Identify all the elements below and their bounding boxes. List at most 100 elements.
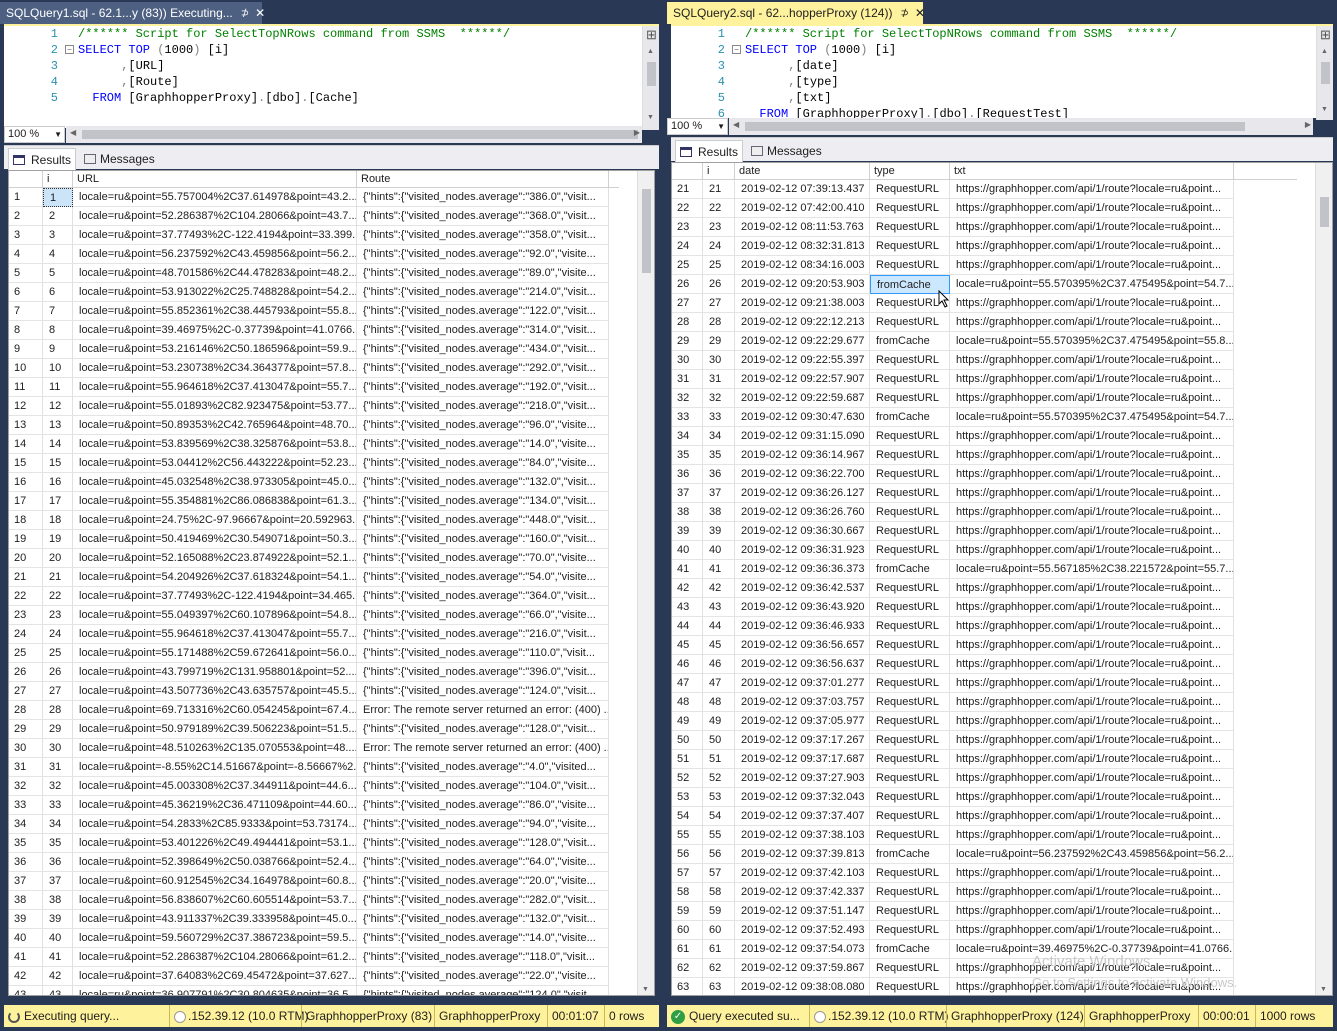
left-results-grid[interactable]: i URL Route 1 1 locale=ru&point=55.757004%… — [8, 170, 655, 996]
table-row[interactable]: 40 40 2019-02-12 09:36:31.923 RequestURL htt… — [672, 541, 1234, 560]
row-number[interactable]: 12 — [9, 397, 43, 416]
table-cell[interactable]: {"hints":{"visited_nodes.average":"132.0… — [357, 473, 609, 492]
row-number[interactable]: 61 — [672, 940, 703, 959]
row-number[interactable]: 5 — [9, 264, 43, 283]
row-number[interactable]: 55 — [672, 826, 703, 845]
table-cell[interactable]: RequestURL — [870, 256, 950, 275]
table-row[interactable]: 15 15 locale=ru&point=53.04412%2C56.443222… — [9, 454, 609, 473]
table-cell[interactable]: {"hints":{"visited_nodes.average":"14.0"… — [357, 929, 609, 948]
table-cell[interactable]: 5 — [43, 264, 73, 283]
table-cell[interactable]: RequestURL — [870, 522, 950, 541]
row-number[interactable]: 24 — [9, 625, 43, 644]
table-cell[interactable]: locale=ru&point=52.165088%2C23.874922&po… — [73, 549, 357, 568]
table-cell[interactable]: https://graphhopper.com/api/1/route?loca… — [950, 902, 1234, 921]
grid-vertical-scrollbar[interactable]: ▼ — [637, 171, 654, 995]
table-cell[interactable]: 49 — [703, 712, 735, 731]
table-cell[interactable]: https://graphhopper.com/api/1/route?loca… — [950, 294, 1234, 313]
table-cell[interactable]: 2019-02-12 09:22:55.397 — [735, 351, 870, 370]
table-cell[interactable]: 2019-02-12 09:37:27.903 — [735, 769, 870, 788]
row-number[interactable]: 30 — [672, 351, 703, 370]
editor-scroll-thumb[interactable] — [647, 62, 656, 86]
table-cell[interactable]: https://graphhopper.com/api/1/route?loca… — [950, 655, 1234, 674]
table-cell[interactable]: locale=ru&point=56.838607%2C60.605514&po… — [73, 891, 357, 910]
table-row[interactable]: 55 55 2019-02-12 09:37:38.103 RequestURL htt… — [672, 826, 1234, 845]
table-cell[interactable]: 33 — [703, 408, 735, 427]
row-number[interactable]: 31 — [672, 370, 703, 389]
table-cell[interactable]: fromCache — [870, 940, 950, 959]
table-cell[interactable]: 23 — [703, 218, 735, 237]
table-cell[interactable]: 2019-02-12 09:36:31.923 — [735, 541, 870, 560]
table-cell[interactable]: 44 — [703, 617, 735, 636]
table-row[interactable]: 26 26 2019-02-12 09:20:53.903 fromCache loca… — [672, 275, 1234, 294]
table-cell[interactable]: 2019-02-12 09:36:43.920 — [735, 598, 870, 617]
row-number[interactable]: 41 — [672, 560, 703, 579]
table-row[interactable]: 23 23 locale=ru&point=55.049397%2C60.10789… — [9, 606, 609, 625]
table-cell[interactable]: 2019-02-12 09:22:59.687 — [735, 389, 870, 408]
table-row[interactable]: 18 18 locale=ru&point=24.75%2C-97.96667&po… — [9, 511, 609, 530]
table-row[interactable]: 54 54 2019-02-12 09:37:37.407 RequestURL htt… — [672, 807, 1234, 826]
table-cell[interactable]: fromCache — [870, 332, 950, 351]
table-cell[interactable]: 43 — [43, 986, 73, 995]
table-row[interactable]: 44 44 2019-02-12 09:36:46.933 RequestURL htt… — [672, 617, 1234, 636]
table-cell[interactable]: 34 — [43, 815, 73, 834]
table-cell[interactable]: locale=ru&point=56.237592%2C43.459856&po… — [950, 845, 1234, 864]
table-cell[interactable]: RequestURL — [870, 427, 950, 446]
table-cell[interactable]: RequestURL — [870, 674, 950, 693]
table-cell[interactable]: 25 — [43, 644, 73, 663]
left-sql-editor[interactable]: 1 /****** Script for SelectTopNRows comma… — [4, 24, 659, 130]
scroll-left-arrow-icon[interactable]: ◀ — [70, 128, 76, 137]
table-cell[interactable]: locale=ru&point=55.049397%2C60.107896&po… — [73, 606, 357, 625]
table-cell[interactable]: 55 — [703, 826, 735, 845]
table-cell[interactable]: 8 — [43, 321, 73, 340]
table-cell[interactable]: locale=ru&point=55.354881%2C86.086838&po… — [73, 492, 357, 511]
row-number[interactable]: 54 — [672, 807, 703, 826]
table-cell[interactable]: 2019-02-12 08:32:31.813 — [735, 237, 870, 256]
table-row[interactable]: 52 52 2019-02-12 09:37:27.903 RequestURL htt… — [672, 769, 1234, 788]
table-cell[interactable]: https://graphhopper.com/api/1/route?loca… — [950, 712, 1234, 731]
table-cell[interactable]: https://graphhopper.com/api/1/route?loca… — [950, 446, 1234, 465]
row-number[interactable]: 36 — [672, 465, 703, 484]
row-number[interactable]: 53 — [672, 788, 703, 807]
table-cell[interactable]: 2019-02-12 08:34:16.003 — [735, 256, 870, 275]
row-number[interactable]: 25 — [9, 644, 43, 663]
table-row[interactable]: 51 51 2019-02-12 09:37:17.687 RequestURL htt… — [672, 750, 1234, 769]
row-number[interactable]: 34 — [9, 815, 43, 834]
grid-header-rownum[interactable] — [672, 163, 703, 180]
table-cell[interactable]: 27 — [43, 682, 73, 701]
table-cell[interactable]: locale=ru&point=55.570395%2C37.475495&po… — [950, 332, 1234, 351]
code-line[interactable]: FROM [GraphhopperProxy].[dbo].[Cache] — [78, 90, 359, 106]
table-cell[interactable]: 25 — [703, 256, 735, 275]
row-number[interactable]: 2 — [9, 207, 43, 226]
table-cell[interactable]: RequestURL — [870, 712, 950, 731]
table-cell[interactable]: 2019-02-12 09:37:05.977 — [735, 712, 870, 731]
table-cell[interactable]: 2019-02-12 09:21:38.003 — [735, 294, 870, 313]
table-cell[interactable]: https://graphhopper.com/api/1/route?loca… — [950, 503, 1234, 522]
row-number[interactable]: 26 — [672, 275, 703, 294]
table-cell[interactable]: 43 — [703, 598, 735, 617]
scroll-down-arrow-icon[interactable]: ▼ — [1320, 986, 1327, 993]
row-number[interactable]: 50 — [672, 731, 703, 750]
table-cell[interactable]: RequestURL — [870, 826, 950, 845]
table-row[interactable]: 50 50 2019-02-12 09:37:17.267 RequestURL htt… — [672, 731, 1234, 750]
table-row[interactable]: 30 30 locale=ru&point=48.510263%2C135.0705… — [9, 739, 609, 758]
table-cell[interactable]: RequestURL — [870, 902, 950, 921]
tab-messages[interactable]: Messages — [747, 140, 827, 162]
table-cell[interactable]: 2019-02-12 09:37:32.043 — [735, 788, 870, 807]
row-number[interactable]: 40 — [672, 541, 703, 560]
table-row[interactable]: 59 59 2019-02-12 09:37:51.147 RequestURL htt… — [672, 902, 1234, 921]
table-cell[interactable]: 2019-02-12 07:42:00.410 — [735, 199, 870, 218]
table-row[interactable]: 32 32 2019-02-12 09:22:59.687 RequestURL htt… — [672, 389, 1234, 408]
table-cell[interactable]: 45 — [703, 636, 735, 655]
table-cell[interactable]: locale=ru&point=52.286387%2C104.28066&po… — [73, 207, 357, 226]
table-cell[interactable]: RequestURL — [870, 598, 950, 617]
table-cell[interactable]: https://graphhopper.com/api/1/route?loca… — [950, 769, 1234, 788]
table-cell[interactable]: 2019-02-12 09:30:47.630 — [735, 408, 870, 427]
scroll-up-arrow-icon[interactable]: ▲ — [1321, 48, 1328, 55]
table-cell[interactable]: RequestURL — [870, 237, 950, 256]
scroll-right-arrow-icon[interactable]: ▶ — [1305, 120, 1311, 129]
row-number[interactable]: 58 — [672, 883, 703, 902]
table-cell[interactable]: 39 — [703, 522, 735, 541]
table-cell[interactable]: 39 — [43, 910, 73, 929]
table-cell[interactable]: 56 — [703, 845, 735, 864]
table-cell[interactable]: 18 — [43, 511, 73, 530]
